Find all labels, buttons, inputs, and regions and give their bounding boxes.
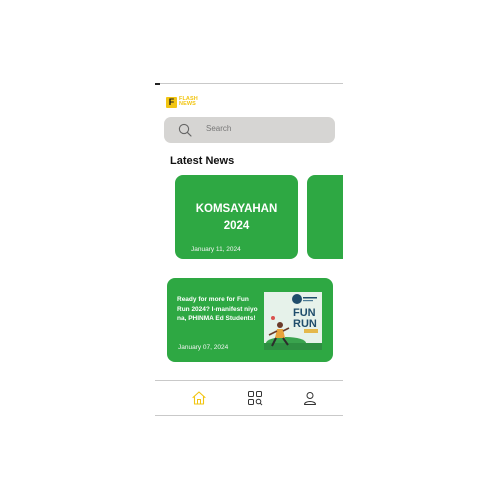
news-card-title: Ready for more for Fun Run 2024? I-manif… bbox=[177, 296, 258, 322]
profile-icon[interactable] bbox=[302, 390, 318, 406]
home-icon[interactable] bbox=[191, 390, 207, 406]
news-card-next[interactable] bbox=[307, 175, 343, 259]
app-logo[interactable]: F FLASH NEWS bbox=[166, 96, 198, 108]
svg-text:RUN: RUN bbox=[293, 318, 317, 330]
logo-line-2: NEWS bbox=[179, 101, 196, 107]
news-card-date: January 11, 2024 bbox=[191, 246, 241, 253]
fun-run-poster-image: FUN RUN bbox=[264, 292, 322, 350]
news-card-title-line-1: KOMSAYAHAN bbox=[195, 203, 278, 215]
status-mark bbox=[155, 83, 160, 85]
news-card-fun-run[interactable]: Ready for more for Fun Run 2024? I-manif… bbox=[167, 278, 333, 362]
logo-wordmark: FLASH NEWS bbox=[179, 96, 198, 107]
news-card-title-line-2: 2024 bbox=[223, 220, 250, 232]
logo-mark: F bbox=[166, 96, 177, 108]
news-card-komsayahan[interactable]: KOMSAYAHAN 2024 January 11, 2024 bbox=[175, 175, 298, 259]
bottom-nav-bottom-divider bbox=[155, 415, 343, 416]
bottom-nav-divider bbox=[155, 380, 343, 381]
app-screen: F FLASH NEWS Search Latest News KOMSAYAH… bbox=[155, 83, 343, 417]
news-card-title: KOMSAYAHAN 2024 bbox=[175, 201, 298, 235]
search-icon bbox=[178, 123, 192, 137]
top-divider bbox=[155, 83, 343, 84]
poster-graphic: FUN RUN bbox=[264, 292, 322, 350]
search-input[interactable]: Search bbox=[206, 124, 231, 133]
news-card-date: January 07, 2024 bbox=[178, 344, 229, 351]
search-bar[interactable]: Search bbox=[164, 117, 335, 143]
logo-letter: F bbox=[168, 96, 175, 107]
section-title: Latest News bbox=[170, 155, 235, 167]
explore-icon[interactable] bbox=[247, 390, 263, 406]
